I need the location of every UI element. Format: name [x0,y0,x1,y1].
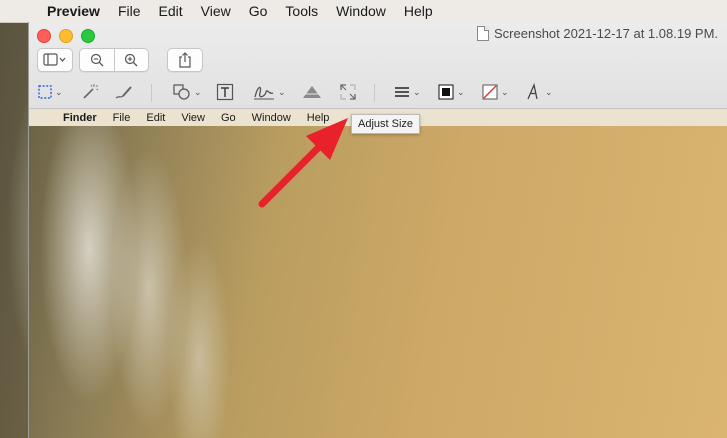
menu-bar: Preview File Edit View Go Tools Window H… [0,0,727,23]
text-button[interactable] [216,82,234,102]
text-style-icon [527,83,538,100]
shape-style-button[interactable]: ⌄ [393,82,421,102]
zoom-in-button[interactable] [115,49,149,71]
zoom-out-icon [90,53,104,67]
screenshot-menu-file: File [112,111,131,124]
sidebar-icon [43,53,66,66]
menu-help[interactable]: Help [395,3,442,19]
adjust-size-tooltip: Adjust Size [351,114,421,134]
adjust-color-button[interactable] [301,82,323,102]
zoom-group [79,48,149,72]
toolbar-divider [151,84,152,102]
rectangular-selection-icon [38,85,52,99]
screenshot-menu-app: Finder [63,111,97,124]
fullscreen-button[interactable] [81,29,95,43]
adjust-color-icon [303,86,321,98]
selection-tool-button[interactable]: ⌄ [37,82,63,102]
adjust-size-button[interactable] [339,82,357,102]
chevron-down-icon: ⌄ [194,86,202,97]
instant-alpha-button[interactable] [81,82,99,102]
document-icon [477,26,489,41]
zoom-in-icon [125,53,138,67]
screenshot-menu-view: View [181,111,205,124]
sign-button[interactable]: ⌄ [252,82,286,102]
menu-file[interactable]: File [109,3,150,19]
share-icon [179,52,191,68]
sketch-icon [115,86,132,99]
line-style-icon [395,87,409,97]
markup-toolbar: ⌄ ⌄ ⌄ ⌄ ⌄ ⌄ ⌄ [29,76,727,108]
menu-app-name[interactable]: Preview [38,3,109,19]
chevron-down-icon: ⌄ [545,86,553,97]
text-style-button[interactable]: ⌄ [525,82,553,102]
chevron-down-icon: ⌄ [501,86,509,97]
sign-icon [254,86,274,100]
menu-view[interactable]: View [192,3,240,19]
menu-window[interactable]: Window [327,3,395,19]
sidebar-button[interactable] [37,48,73,72]
annotation-arrow [258,118,348,208]
toolbar-divider [374,84,375,102]
window-titlebar: Screenshot 2021-12-17 at 1.08.19 PM. ⌄ ⌄… [29,22,727,109]
chevron-down-icon: ⌄ [278,86,286,97]
close-button[interactable] [37,29,51,43]
minimize-button[interactable] [59,29,73,43]
sketch-button[interactable] [114,82,134,102]
border-color-button[interactable]: ⌄ [437,82,465,102]
shapes-icon [173,84,190,100]
shapes-button[interactable]: ⌄ [172,82,202,102]
chevron-down-icon: ⌄ [457,86,465,97]
preview-window: Screenshot 2021-12-17 at 1.08.19 PM. ⌄ ⌄… [28,22,727,438]
fill-color-button[interactable]: ⌄ [481,82,509,102]
adjust-size-icon [340,84,356,100]
tooltip-text: Adjust Size [358,118,414,130]
chevron-down-icon: ⌄ [55,86,63,97]
window-title-text: Screenshot 2021-12-17 at 1.08.19 PM. [494,26,719,41]
menu-go[interactable]: Go [240,3,277,19]
window-controls [37,29,95,43]
fill-color-icon [482,84,498,100]
share-button[interactable] [167,48,203,72]
document-canvas[interactable]: Finder File Edit View Go Window Help [29,109,727,438]
chevron-down-icon: ⌄ [413,86,421,97]
menu-tools[interactable]: Tools [276,3,327,19]
border-color-icon [438,84,454,100]
screenshot-menu-go: Go [220,111,236,124]
instant-alpha-icon [83,84,99,99]
window-title: Screenshot 2021-12-17 at 1.08.19 PM. [477,26,718,41]
screenshot-menu-edit: Edit [146,111,166,124]
text-icon [216,83,234,101]
zoom-out-button[interactable] [80,49,115,71]
menu-edit[interactable]: Edit [150,3,192,19]
